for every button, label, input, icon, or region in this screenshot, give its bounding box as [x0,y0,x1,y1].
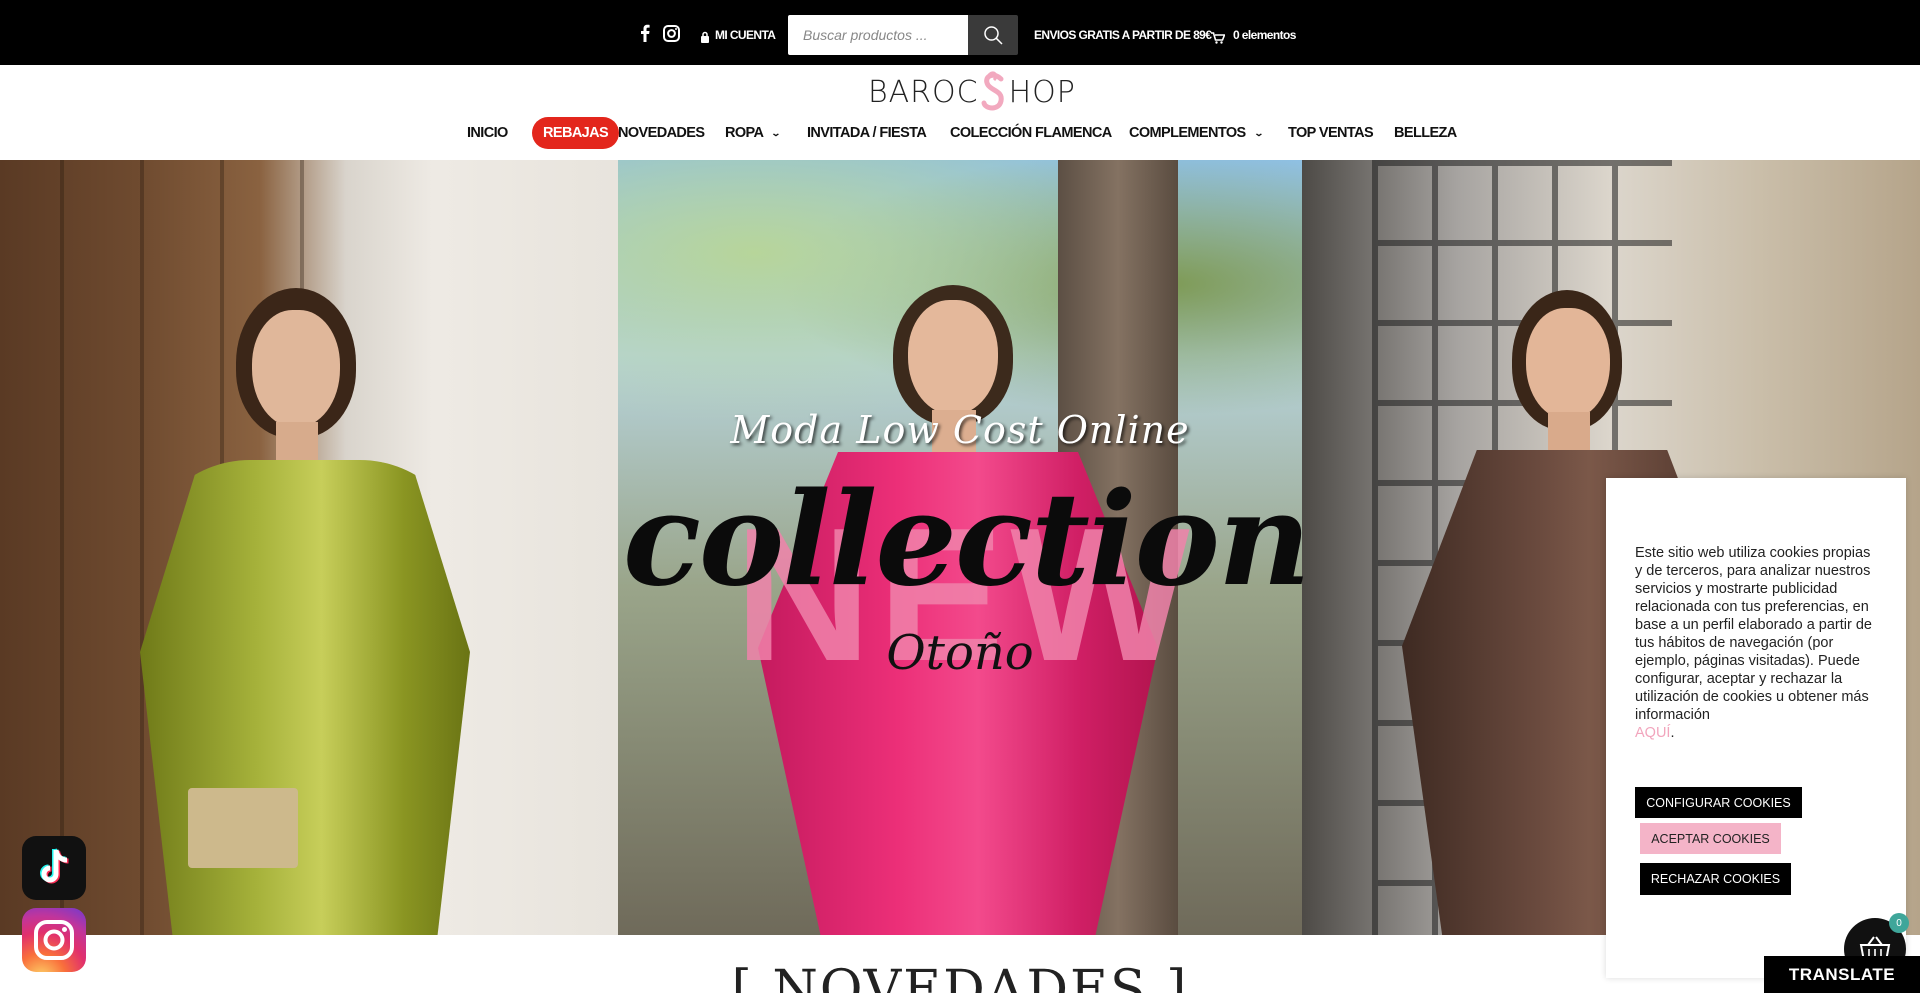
hero-tagline: Moda Low Cost Online [730,408,1190,452]
cookie-more-info-link[interactable]: AQUÍ [1635,725,1670,741]
chevron-down-icon: ⌄ [1253,127,1264,138]
nav-label: NOVEDADES [618,125,705,141]
cart-count-badge: 0 [1889,913,1909,933]
configure-cookies-button[interactable]: CONFIGURAR COOKIES [1635,787,1802,818]
cookie-text: Este sitio web utiliza cookies propias y… [1635,545,1872,741]
cart-link[interactable]: 0 elementos [1233,28,1296,42]
my-account-link[interactable]: MI CUENTA [715,28,776,42]
accept-cookies-button[interactable]: ACEPTAR COOKIES [1640,823,1781,854]
main-navigation: INICIO REBAJAS NOVEDADES ROPA ⌄ INVITADA … [0,117,1920,149]
top-bar: MI CUENTA ENVIOS GRATIS A PARTIR DE 89€ … [0,0,1920,65]
translate-button[interactable]: TRANSLATE [1764,956,1920,993]
facebook-icon[interactable] [640,23,650,43]
nav-label: REBAJAS [543,125,609,141]
section-title-text: NOVEDADES [772,960,1148,993]
cart-icon[interactable] [1211,28,1225,48]
instagram-icon[interactable] [663,23,680,43]
hero-collection-word: collection [622,465,1311,615]
bracket-icon: ] [1166,960,1189,993]
nav-coleccion-flamenca[interactable]: COLECCIÓN FLAMENCA [950,118,1112,148]
logo-s-mark [981,71,1004,111]
cookie-message: Este sitio web utiliza cookies propias y… [1635,545,1872,723]
logo-text-left: BAROC [868,74,979,110]
bracket-icon: [ [731,960,754,993]
nav-rebajas[interactable]: REBAJAS [532,117,620,149]
nav-novedades[interactable]: NOVEDADES [618,118,705,148]
logo-text-right: HOP [1008,74,1076,110]
search-icon [984,26,1003,45]
chevron-down-icon: ⌄ [771,127,782,138]
nav-label: INICIO [467,125,508,141]
reject-cookies-button[interactable]: RECHAZAR COOKIES [1640,863,1791,895]
search-input[interactable] [788,15,968,55]
tiktok-icon[interactable] [22,836,86,900]
lock-icon [700,27,710,47]
nav-complementos[interactable]: COMPLEMENTOS ⌄ [1129,118,1264,148]
nav-invitada-fiesta[interactable]: INVITADA / FIESTA [807,118,927,148]
nav-label: COLECCIÓN FLAMENCA [950,125,1112,141]
free-shipping-notice: ENVIOS GRATIS A PARTIR DE 89€ [1034,28,1212,42]
product-search [788,15,1018,55]
search-button[interactable] [968,15,1018,55]
instagram-float-icon[interactable] [22,908,86,972]
cookie-consent-dialog: Este sitio web utiliza cookies propias y… [1606,478,1906,978]
hero-season-word: Otoño [886,625,1034,681]
nav-label: COMPLEMENTOS [1129,125,1246,141]
nav-label: INVITADA / FIESTA [807,125,927,141]
nav-label: TOP VENTAS [1288,125,1374,141]
nav-label: ROPA [725,125,764,141]
nav-top-ventas[interactable]: TOP VENTAS [1288,118,1374,148]
nav-label: BELLEZA [1394,125,1457,141]
site-logo[interactable]: BAROC HOP [868,71,1076,113]
hero-photo-green-dress [0,160,618,935]
nav-inicio[interactable]: INICIO [467,118,508,148]
nav-ropa[interactable]: ROPA ⌄ [725,118,782,148]
nav-belleza[interactable]: BELLEZA [1394,118,1457,148]
